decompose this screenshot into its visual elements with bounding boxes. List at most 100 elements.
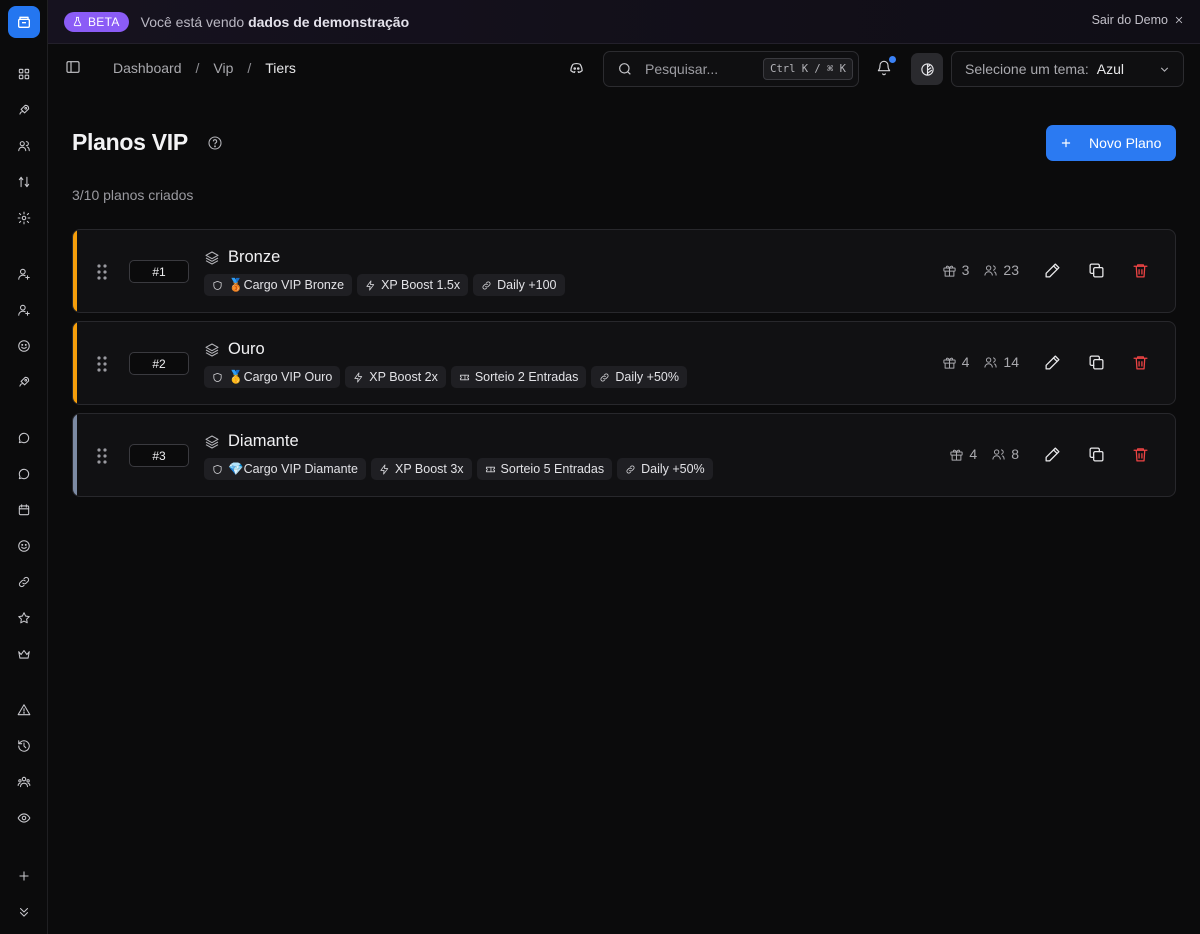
rewards-stat: 3 bbox=[942, 262, 970, 278]
breadcrumb-vip[interactable]: Vip bbox=[213, 60, 233, 76]
star-icon[interactable] bbox=[14, 608, 34, 628]
exit-demo-button[interactable]: Sair do Demo bbox=[1092, 13, 1184, 27]
tier-tags: 💎Cargo VIP Diamante XP Boost 3x Sorteio … bbox=[204, 458, 713, 480]
new-plan-button[interactable]: Novo Plano bbox=[1046, 125, 1176, 161]
user-plus-icon[interactable] bbox=[14, 264, 34, 284]
drag-handle-icon[interactable] bbox=[96, 263, 108, 281]
edit-tier-button[interactable] bbox=[1044, 446, 1062, 464]
tier-rank-badge: #1 bbox=[129, 260, 189, 283]
tier-tag: 🥉Cargo VIP Bronze bbox=[204, 274, 353, 296]
crown-icon[interactable] bbox=[14, 644, 34, 664]
calendar-icon[interactable] bbox=[14, 500, 34, 520]
ticket-icon bbox=[459, 374, 469, 380]
zap-icon bbox=[366, 280, 375, 290]
search-input[interactable]: Pesquisar... Ctrl K / ⌘ K bbox=[603, 51, 859, 87]
tier-tags: 🥇Cargo VIP Ouro XP Boost 2x Sorteio 2 En… bbox=[204, 366, 687, 388]
search-shortcut: Ctrl K / ⌘ K bbox=[763, 58, 853, 80]
smile-icon[interactable] bbox=[14, 536, 34, 556]
copy-icon bbox=[1089, 355, 1104, 370]
gift-icon bbox=[943, 357, 956, 369]
gift-icon bbox=[950, 449, 964, 461]
discord-icon[interactable] bbox=[568, 60, 586, 78]
pencil-icon bbox=[1045, 263, 1060, 278]
theme-toggle-button[interactable] bbox=[911, 53, 943, 85]
close-icon bbox=[1175, 16, 1183, 24]
breadcrumb-tiers: Tiers bbox=[265, 60, 296, 76]
pencil-icon bbox=[1045, 447, 1060, 462]
sort-icon[interactable] bbox=[14, 172, 34, 192]
edit-tier-button[interactable] bbox=[1044, 354, 1062, 372]
zap-icon bbox=[380, 464, 389, 474]
plus-icon[interactable] bbox=[14, 866, 34, 886]
tier-tag: Sorteio 2 Entradas bbox=[450, 366, 587, 388]
chevrons-down-icon[interactable] bbox=[14, 902, 34, 922]
rewards-count: 4 bbox=[961, 354, 970, 370]
tier-card: #3 Diamante 💎Cargo VIP Diamante XP Boost… bbox=[72, 413, 1176, 497]
notifications-bell-icon[interactable] bbox=[876, 56, 896, 78]
plus-icon bbox=[1061, 138, 1071, 148]
copy-icon bbox=[1089, 447, 1104, 462]
demo-message: Você está vendo dados de demonstração bbox=[141, 14, 409, 30]
ticket-icon bbox=[485, 466, 495, 472]
duplicate-tier-button[interactable] bbox=[1088, 354, 1106, 372]
trash-icon bbox=[1133, 356, 1148, 370]
rocket-icon[interactable] bbox=[14, 100, 34, 120]
breadcrumb-dashboard[interactable]: Dashboard bbox=[113, 60, 182, 76]
delete-tier-button[interactable] bbox=[1132, 262, 1150, 280]
help-icon[interactable] bbox=[207, 135, 223, 151]
alert-icon[interactable] bbox=[14, 700, 34, 720]
layers-icon bbox=[204, 342, 220, 358]
sidebar-toggle-icon[interactable] bbox=[65, 59, 83, 77]
duplicate-tier-button[interactable] bbox=[1088, 446, 1106, 464]
delete-tier-button[interactable] bbox=[1132, 446, 1150, 464]
tier-tag: Sorteio 5 Entradas bbox=[476, 458, 613, 480]
theme-select-label: Selecione um tema: bbox=[965, 61, 1089, 77]
tier-accent-bar bbox=[73, 414, 77, 496]
settings-icon[interactable] bbox=[14, 208, 34, 228]
tier-tag-label: Daily +50% bbox=[615, 370, 679, 384]
link-icon[interactable] bbox=[14, 572, 34, 592]
tier-accent-bar bbox=[73, 230, 77, 312]
delete-tier-button[interactable] bbox=[1132, 354, 1150, 372]
tier-card: #1 Bronze 🥉Cargo VIP Bronze XP Boost 1.5… bbox=[72, 229, 1176, 313]
members-count: 23 bbox=[1003, 262, 1019, 278]
drag-handle-icon[interactable] bbox=[96, 447, 108, 465]
edit-tier-button[interactable] bbox=[1044, 262, 1062, 280]
rocket-icon[interactable] bbox=[14, 372, 34, 392]
tier-tag-label: XP Boost 2x bbox=[369, 370, 438, 384]
users-icon[interactable] bbox=[14, 136, 34, 156]
new-plan-label: Novo Plano bbox=[1089, 135, 1162, 151]
tier-tag-label: XP Boost 3x bbox=[394, 462, 464, 476]
rewards-stat: 4 bbox=[949, 446, 977, 462]
message-icon[interactable] bbox=[14, 464, 34, 484]
rewards-count: 3 bbox=[961, 262, 970, 278]
sidebar bbox=[0, 0, 48, 934]
plans-count: 3/10 planos criados bbox=[72, 187, 194, 203]
users-icon bbox=[984, 264, 998, 276]
layers-icon bbox=[204, 434, 220, 450]
tier-name: Diamante bbox=[228, 432, 299, 450]
members-count: 8 bbox=[1011, 446, 1019, 462]
zap-icon bbox=[354, 372, 363, 382]
shield-icon bbox=[213, 372, 222, 382]
layers-icon bbox=[204, 250, 220, 266]
exit-demo-label: Sair do Demo bbox=[1091, 13, 1168, 27]
tier-tag-label: 💎Cargo VIP Diamante bbox=[228, 461, 358, 476]
theme-select[interactable]: Selecione um tema: Azul bbox=[951, 51, 1184, 87]
team-icon[interactable] bbox=[14, 772, 34, 792]
dashboard-icon[interactable] bbox=[14, 64, 34, 84]
smile-icon[interactable] bbox=[14, 336, 34, 356]
duplicate-tier-button[interactable] bbox=[1088, 262, 1106, 280]
history-icon[interactable] bbox=[14, 736, 34, 756]
app-logo[interactable] bbox=[8, 6, 40, 38]
link-icon bbox=[626, 465, 635, 473]
tier-tag: Daily +50% bbox=[617, 458, 713, 480]
message-icon[interactable] bbox=[14, 428, 34, 448]
beta-label: BETA bbox=[88, 14, 120, 29]
tier-tag: XP Boost 3x bbox=[370, 458, 472, 480]
drag-handle-icon[interactable] bbox=[96, 355, 108, 373]
user-plus-icon[interactable] bbox=[14, 300, 34, 320]
link-icon bbox=[600, 373, 609, 381]
eye-icon[interactable] bbox=[14, 808, 34, 828]
tier-name: Ouro bbox=[228, 340, 265, 358]
